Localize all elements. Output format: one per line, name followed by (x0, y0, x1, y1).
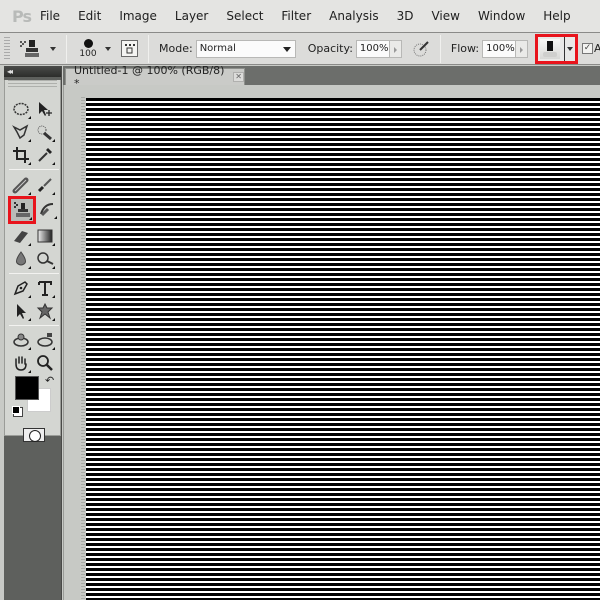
pen-tool[interactable] (10, 277, 32, 299)
sample-preview (540, 39, 560, 59)
canvas-edge-marker (81, 97, 85, 600)
flow-slider-toggle[interactable] (516, 39, 529, 58)
stamp-handle-icon (547, 41, 553, 51)
opacity-input[interactable]: 100% (355, 39, 390, 58)
flow-input[interactable]: 100% (482, 39, 517, 58)
toolbox-divider (9, 169, 59, 170)
brush-size-value: 100 (79, 48, 97, 59)
document-workspace (63, 85, 600, 600)
flow-label: Flow: (450, 42, 480, 55)
options-bar: 100 Mode: Normal Opacity: 100% Flow: 100… (0, 33, 600, 65)
menu-filter[interactable]: Filter (272, 5, 320, 27)
stamp-base-icon (543, 52, 557, 57)
dodge-tool[interactable] (34, 248, 56, 270)
type-tool[interactable] (34, 277, 56, 299)
options-divider (148, 34, 149, 63)
menu-file[interactable]: File (31, 5, 69, 27)
menu-window[interactable]: Window (469, 5, 534, 27)
tool-preset-dropdown-icon[interactable] (50, 46, 56, 51)
toolbox-divider (9, 273, 59, 274)
mode-select[interactable]: Normal (195, 39, 296, 58)
document-tab-bar: Untitled-1 @ 100% (RGB/8) * ✕ (63, 64, 600, 90)
spot-healing-brush-tool[interactable] (10, 174, 32, 196)
sample-divider (564, 37, 565, 61)
default-colors-icon[interactable] (12, 406, 20, 414)
gradient-tool[interactable] (34, 225, 56, 247)
aligned-checkbox[interactable]: ✓ (582, 43, 593, 54)
history-brush-tool[interactable] (36, 198, 58, 220)
close-icon[interactable]: ✕ (233, 72, 244, 82)
elliptical-marquee-tool[interactable] (10, 98, 32, 120)
collapse-icon[interactable]: ◂◂ (7, 67, 13, 76)
pressure-opacity-toggle[interactable] (412, 40, 430, 58)
move-tool[interactable] (34, 98, 56, 120)
brush-tip-icon (83, 38, 93, 48)
mode-value: Normal (199, 42, 236, 54)
clone-stamp-tool[interactable] (8, 196, 36, 224)
toolbox-body: ↶ (4, 80, 61, 442)
crop-tool[interactable] (10, 144, 32, 166)
polygonal-lasso-tool[interactable] (10, 121, 32, 143)
3d-rotate-tool[interactable] (10, 329, 32, 351)
toolbox-panel: ◂◂ ↶ (4, 66, 62, 600)
menu-help[interactable]: Help (534, 5, 579, 27)
tablet-pressure-icon (413, 40, 429, 56)
eyedropper-tool[interactable] (34, 144, 56, 166)
panel-toggle-icon (125, 44, 135, 54)
chevron-down-icon (282, 46, 291, 52)
brush-preset-picker[interactable]: 100 (77, 38, 99, 59)
menu-select[interactable]: Select (217, 5, 272, 27)
path-selection-tool[interactable] (10, 300, 32, 322)
sample-dropdown-icon[interactable] (567, 47, 573, 51)
aligned-label: A (594, 42, 600, 55)
options-divider (439, 34, 441, 63)
quick-selection-tool[interactable] (34, 121, 56, 143)
clone-stamp-icon (20, 39, 39, 57)
zoom-tool[interactable] (34, 352, 56, 374)
tool-preset-picker[interactable] (18, 38, 44, 60)
menu-image[interactable]: Image (110, 5, 166, 27)
menu-3d[interactable]: 3D (388, 5, 423, 27)
document-tab[interactable]: Untitled-1 @ 100% (RGB/8) * ✕ (65, 64, 245, 90)
options-divider (66, 34, 67, 63)
swap-colors-icon[interactable]: ↶ (45, 374, 54, 387)
toolbox-header: ◂◂ (4, 66, 61, 77)
menu-bar: Ps File Edit Image Layer Select Filter A… (0, 0, 600, 33)
3d-orbit-tool[interactable] (34, 329, 56, 351)
foreground-color-swatch[interactable] (15, 376, 39, 400)
custom-shape-tool[interactable] (34, 300, 56, 322)
toolbox-grip[interactable] (8, 80, 57, 88)
move-icon (39, 102, 52, 116)
menu-view[interactable]: View (422, 5, 468, 27)
brush-dropdown-icon[interactable] (105, 46, 111, 51)
image-canvas[interactable] (86, 98, 600, 600)
magnifier-icon (37, 355, 53, 371)
eraser-tool[interactable] (10, 225, 32, 247)
menu-analysis[interactable]: Analysis (320, 5, 387, 27)
mode-label: Mode: (159, 42, 193, 55)
blur-tool[interactable] (10, 248, 32, 270)
menu-edit[interactable]: Edit (69, 5, 110, 27)
quick-mask-button[interactable] (23, 428, 45, 442)
brush-tool[interactable] (34, 174, 56, 196)
app-logo: Ps (12, 6, 32, 26)
menu-layer[interactable]: Layer (166, 5, 217, 27)
opacity-label: Opacity: (307, 42, 353, 55)
clone-source-sample-button[interactable] (535, 34, 578, 64)
clone-source-panel-toggle[interactable] (121, 40, 138, 57)
opacity-slider-toggle[interactable] (389, 39, 402, 58)
options-bar-grip[interactable] (4, 36, 10, 61)
toolbox-divider (9, 325, 59, 326)
photoshop-window: Ps File Edit Image Layer Select Filter A… (0, 0, 600, 600)
hand-tool[interactable] (10, 352, 32, 374)
